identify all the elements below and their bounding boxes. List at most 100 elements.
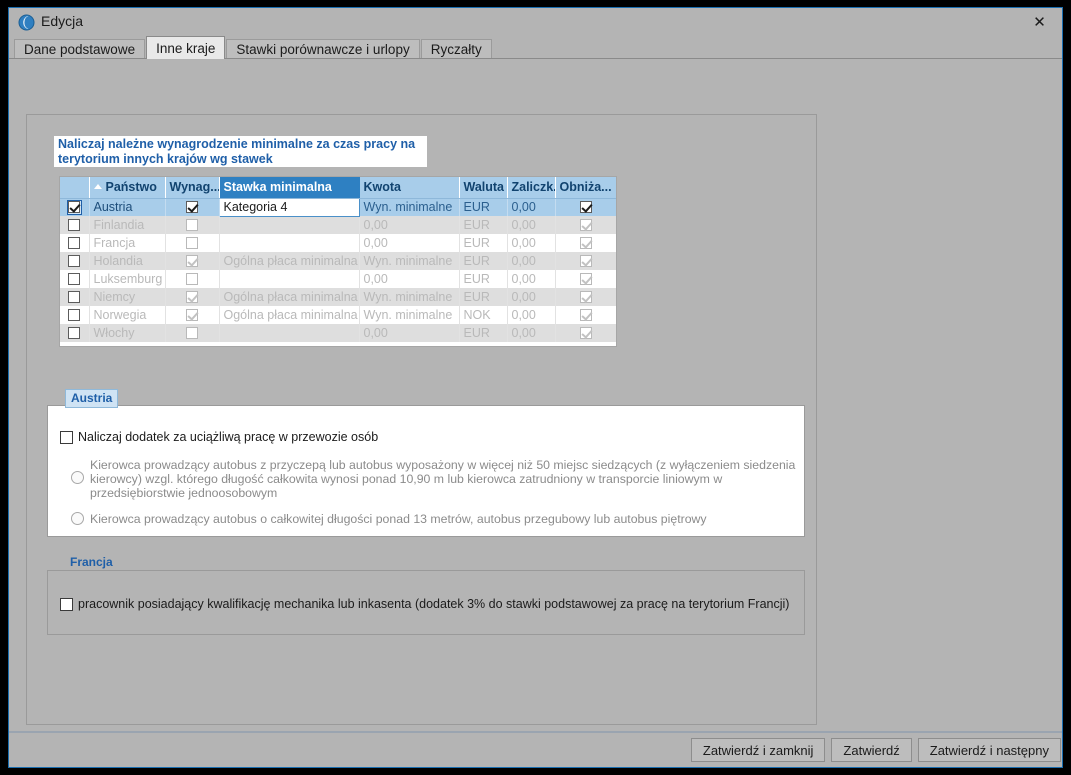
- checkbox-icon[interactable]: [68, 273, 81, 285]
- checkbox-icon[interactable]: [579, 237, 592, 249]
- cell-panstwo[interactable]: Niemcy: [89, 288, 166, 306]
- table-row[interactable]: Luksemburg 0,00 EUR 0,00: [60, 270, 616, 288]
- tab-dane-podstawowe[interactable]: Dane podstawowe: [14, 39, 146, 58]
- cell-zaliczka[interactable]: 0,00: [507, 324, 556, 342]
- austria-checkbox-row[interactable]: Naliczaj dodatek za uciążliwą pracę w pr…: [60, 430, 780, 444]
- cell-waluta[interactable]: EUR: [459, 216, 508, 234]
- zatwierdz-i-zamknij-button[interactable]: Zatwierdź i zamknij: [690, 738, 826, 762]
- checkbox-icon[interactable]: [579, 291, 592, 303]
- row-select-checkbox-cell[interactable]: [60, 198, 90, 216]
- cell-stawka-minimalna[interactable]: Ogólna płaca minimalna: [219, 288, 360, 306]
- cell-wynagrodzenie[interactable]: [165, 216, 220, 234]
- row-select-checkbox-cell[interactable]: [60, 234, 90, 252]
- cell-waluta[interactable]: EUR: [459, 324, 508, 342]
- checkbox-icon[interactable]: [579, 255, 592, 267]
- cell-wynagrodzenie[interactable]: [165, 270, 220, 288]
- checkbox-icon[interactable]: [186, 237, 198, 249]
- checkbox-icon[interactable]: [68, 327, 81, 339]
- cell-stawka-minimalna[interactable]: [219, 216, 360, 234]
- table-row[interactable]: Finlandia 0,00 EUR 0,00: [60, 216, 616, 234]
- checkbox-icon[interactable]: [186, 219, 198, 231]
- checkbox-icon[interactable]: [579, 219, 592, 231]
- cell-kwota[interactable]: Wyn. minimalne: [359, 252, 460, 270]
- cell-panstwo[interactable]: Austria: [89, 198, 166, 216]
- cell-waluta[interactable]: EUR: [459, 198, 508, 216]
- table-row[interactable]: Austria Kategoria 4 Wyn. minimalne EUR 0,00: [60, 197, 616, 217]
- row-select-checkbox-cell[interactable]: [60, 252, 90, 270]
- cell-wynagrodzenie[interactable]: [165, 252, 220, 270]
- cell-panstwo[interactable]: Finlandia: [89, 216, 166, 234]
- grid-col-waluta[interactable]: Waluta: [459, 177, 508, 199]
- cell-kwota[interactable]: 0,00: [359, 324, 460, 342]
- cell-obnizanie[interactable]: [555, 216, 616, 234]
- grid-col-zaliczka[interactable]: Zaliczk...: [507, 177, 556, 199]
- cell-obnizanie[interactable]: [555, 270, 616, 288]
- checkbox-icon[interactable]: [186, 255, 198, 267]
- cell-obnizanie[interactable]: [555, 288, 616, 306]
- grid-col-check[interactable]: [60, 177, 90, 199]
- cell-kwota[interactable]: Wyn. minimalne: [359, 288, 460, 306]
- checkbox-icon[interactable]: [68, 237, 81, 249]
- cell-obnizanie[interactable]: [555, 252, 616, 270]
- tab-stawki-porownawcze[interactable]: Stawki porównawcze i urlopy: [226, 39, 420, 58]
- row-select-checkbox-cell[interactable]: [60, 288, 90, 306]
- cell-waluta[interactable]: EUR: [459, 270, 508, 288]
- checkbox-icon[interactable]: [67, 200, 80, 213]
- radio-icon-option-1[interactable]: [71, 471, 84, 484]
- cell-stawka-minimalna[interactable]: [219, 270, 360, 288]
- cell-stawka-minimalna[interactable]: [219, 234, 360, 252]
- grid-col-wynagrodzenie[interactable]: Wynag...: [165, 177, 220, 199]
- row-select-checkbox-cell[interactable]: [60, 270, 90, 288]
- zatwierdz-button[interactable]: Zatwierdź: [831, 738, 912, 762]
- cell-wynagrodzenie[interactable]: [165, 306, 220, 324]
- cell-zaliczka[interactable]: 0,00: [507, 234, 556, 252]
- checkbox-icon[interactable]: [186, 327, 198, 339]
- checkbox-icon[interactable]: [186, 291, 198, 303]
- checkbox-icon[interactable]: [186, 201, 198, 214]
- table-row[interactable]: Holandia Ogólna płaca minimalna Wyn. minim…: [60, 252, 616, 270]
- checkbox-icon[interactable]: [68, 219, 81, 231]
- cell-wynagrodzenie[interactable]: [165, 234, 220, 252]
- zatwierdz-i-nastepny-button[interactable]: Zatwierdź i następny: [917, 738, 1061, 762]
- checkbox-icon[interactable]: [68, 309, 81, 321]
- tab-ryczalty[interactable]: Ryczałty: [420, 39, 492, 58]
- countries-grid[interactable]: Państwo Wynag... Stawka minimalna Kwota …: [59, 176, 617, 347]
- checkbox-icon[interactable]: [68, 255, 81, 267]
- cell-kwota[interactable]: 0,00: [359, 234, 460, 252]
- tab-inne-kraje[interactable]: Inne kraje: [146, 36, 226, 59]
- row-select-checkbox-cell[interactable]: [60, 306, 90, 324]
- cell-obnizanie[interactable]: [555, 306, 616, 324]
- cell-zaliczka[interactable]: 0,00: [507, 288, 556, 306]
- cell-stawka-minimalna[interactable]: Ogólna płaca minimalna: [219, 252, 360, 270]
- checkbox-icon[interactable]: [579, 309, 592, 321]
- checkbox-icon[interactable]: [579, 273, 592, 285]
- cell-waluta[interactable]: EUR: [459, 252, 508, 270]
- cell-waluta[interactable]: EUR: [459, 288, 508, 306]
- row-select-checkbox-cell[interactable]: [60, 324, 90, 342]
- grid-col-stawka-minimalna[interactable]: Stawka minimalna: [219, 177, 360, 199]
- francja-checkbox-row[interactable]: pracownik posiadający kwalifikację mecha…: [60, 597, 790, 611]
- radio-icon-option-2[interactable]: [71, 512, 84, 525]
- cell-panstwo[interactable]: Włochy: [89, 324, 166, 342]
- table-row[interactable]: Norwegia Ogólna płaca minimalna Wyn. minim…: [60, 306, 616, 324]
- cell-kwota[interactable]: Wyn. minimalne: [359, 306, 460, 324]
- row-select-checkbox-cell[interactable]: [60, 216, 90, 234]
- cell-zaliczka[interactable]: 0,00: [507, 198, 556, 216]
- cell-zaliczka[interactable]: 0,00: [507, 270, 556, 288]
- cell-panstwo[interactable]: Francja: [89, 234, 166, 252]
- close-icon[interactable]: ✕: [1017, 7, 1062, 37]
- austria-radio-option-1[interactable]: Kierowca prowadzący autobus z przyczepą …: [71, 458, 796, 500]
- checkbox-icon[interactable]: [186, 309, 198, 321]
- cell-obnizanie[interactable]: [555, 324, 616, 342]
- francja-checkbox[interactable]: [60, 598, 73, 611]
- cell-panstwo[interactable]: Luksemburg: [89, 270, 166, 288]
- austria-checkbox[interactable]: [60, 431, 73, 444]
- cell-zaliczka[interactable]: 0,00: [507, 216, 556, 234]
- cell-kwota[interactable]: 0,00: [359, 216, 460, 234]
- austria-radio-option-2[interactable]: Kierowca prowadzący autobus o całkowitej…: [71, 512, 796, 526]
- cell-obnizanie[interactable]: [555, 234, 616, 252]
- cell-panstwo[interactable]: Holandia: [89, 252, 166, 270]
- grid-col-obnizanie[interactable]: Obniża...: [555, 177, 616, 199]
- table-row[interactable]: Francja 0,00 EUR 0,00: [60, 234, 616, 252]
- focused-cell[interactable]: [66, 199, 82, 215]
